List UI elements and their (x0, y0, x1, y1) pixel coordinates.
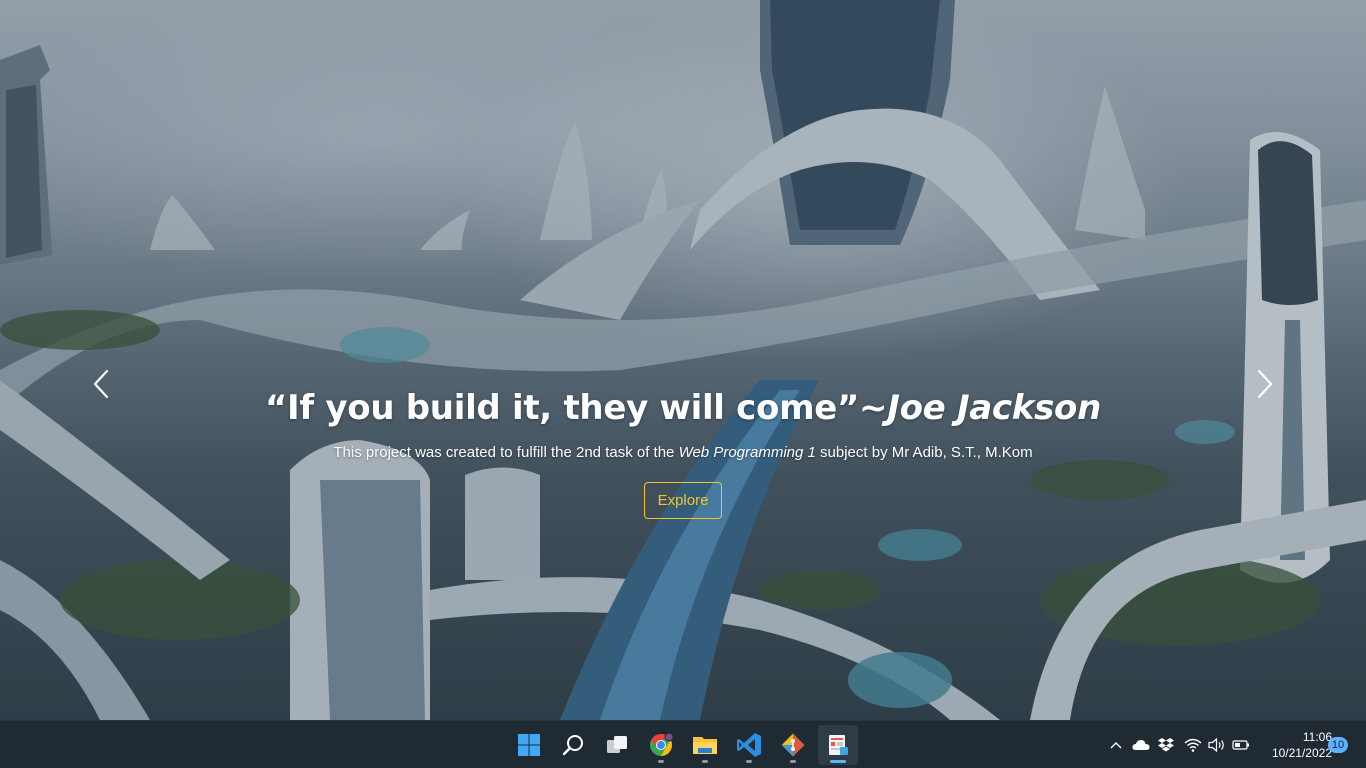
hero-dark-overlay (0, 0, 1366, 720)
volume-tray-button[interactable] (1207, 735, 1227, 755)
chevron-up-icon (1110, 742, 1122, 749)
carousel-caption: “If you build it, they will come”~Joe Ja… (0, 388, 1366, 519)
wifi-icon (1184, 738, 1202, 752)
hero-quote-author: ~Joe Jackson (859, 388, 1102, 428)
description-subject: Web Programming 1 (678, 444, 816, 461)
dropbox-tray-button[interactable] (1156, 735, 1176, 755)
running-indicator (790, 760, 796, 763)
taskbar-search-button[interactable] (553, 725, 593, 765)
running-indicator (658, 760, 664, 763)
clock-time: 11:06 (1302, 730, 1332, 744)
app-icon (829, 735, 848, 755)
taskbar-vscode-button[interactable] (729, 725, 769, 765)
notification-count-badge[interactable]: 10 (1328, 737, 1348, 753)
speaker-icon (1208, 738, 1224, 752)
dropbox-icon (1158, 738, 1174, 752)
taskbar-chrome-button[interactable] (641, 725, 681, 765)
hero-description: This project was created to fulfill the … (0, 444, 1366, 461)
onedrive-tray-button[interactable] (1131, 735, 1151, 755)
hero-heading: “If you build it, they will come”~Joe Ja… (0, 388, 1366, 428)
hero-quote: “If you build it, they will come” (264, 388, 860, 428)
vscode-icon (737, 733, 761, 757)
chrome-icon (650, 732, 674, 756)
taskbar-git-button[interactable] (773, 725, 813, 765)
running-indicator (746, 760, 752, 763)
windows-taskbar: 11:06 10/21/2022 10 (0, 720, 1366, 768)
folder-icon (693, 737, 717, 754)
task-view-icon (607, 736, 627, 753)
running-indicator (702, 760, 708, 763)
show-hidden-icons-button[interactable] (1108, 737, 1124, 753)
battery-tray-button[interactable] (1231, 735, 1251, 755)
taskbar-active-app-button[interactable] (818, 725, 858, 765)
description-prefix: This project was created to fulfill the … (333, 444, 679, 461)
start-button[interactable] (509, 725, 549, 765)
windows-logo-icon (518, 734, 540, 756)
hero-carousel: “If you build it, they will come”~Joe Ja… (0, 0, 1366, 720)
task-view-button[interactable] (597, 725, 637, 765)
explore-button[interactable]: Explore (644, 482, 722, 519)
git-icon (781, 733, 805, 757)
taskbar-file-explorer-button[interactable] (685, 725, 725, 765)
cloud-icon (1132, 740, 1150, 750)
taskbar-clock[interactable]: 11:06 10/21/2022 (1256, 729, 1332, 761)
clock-date: 10/21/2022 (1271, 746, 1332, 760)
search-icon (562, 735, 583, 756)
network-tray-button[interactable] (1183, 735, 1203, 755)
battery-icon (1232, 740, 1249, 750)
active-indicator (830, 760, 846, 763)
description-suffix: subject by Mr Adib, S.T., M.Kom (815, 444, 1033, 461)
